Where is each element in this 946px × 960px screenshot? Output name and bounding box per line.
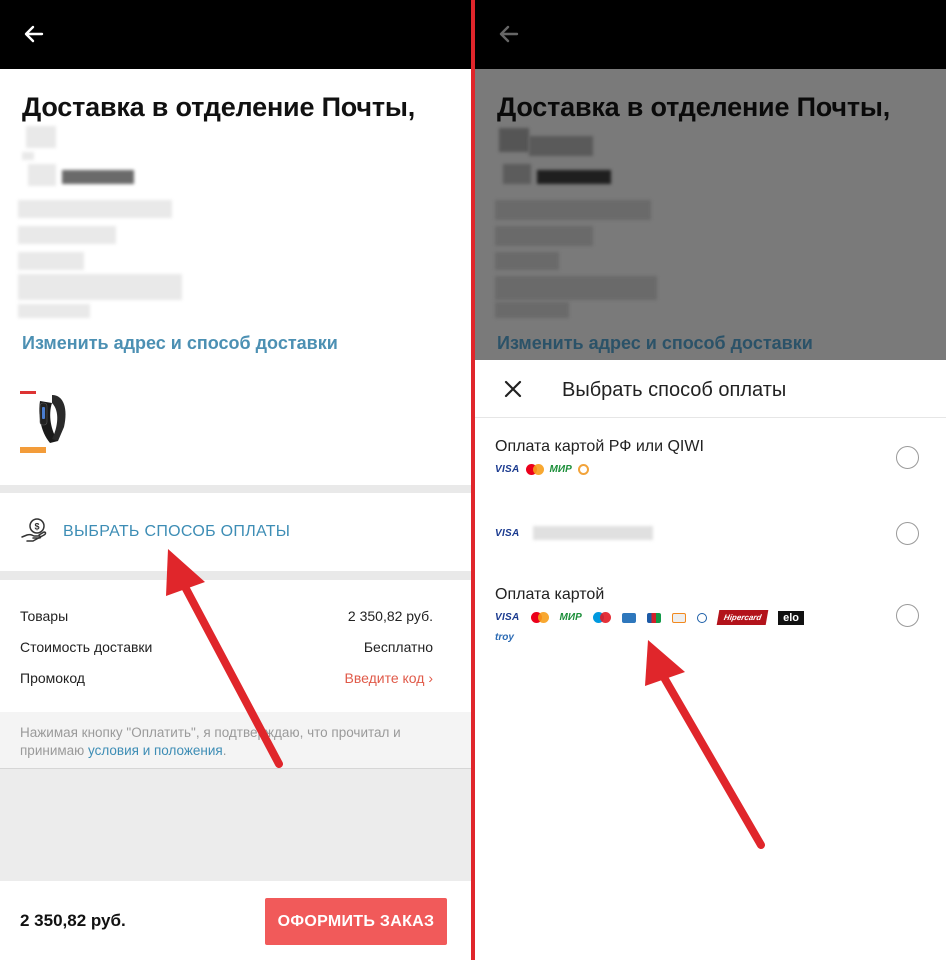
visa-logo: VISA (495, 528, 520, 539)
jcb-logo (646, 612, 661, 623)
checkout-bottom-bar: 2 350,82 руб. ОФОРМИТЬ ЗАКАЗ (0, 881, 471, 960)
visa-logo: VISA (495, 612, 520, 623)
terms-suffix: . (222, 743, 227, 758)
checkout-screen: Доставка в отделение Почты, Изменить адр… (0, 0, 471, 960)
goods-row: Товары 2 350,82 руб. (20, 608, 446, 624)
goods-label: Товары (20, 608, 69, 624)
mir-logo: МИР (559, 612, 582, 623)
radio-button[interactable] (896, 604, 919, 627)
promo-label: Промокод (20, 670, 85, 686)
payment-option-card[interactable]: Оплата картой VISA МИР Hipercard elo tro… (475, 570, 946, 670)
diners-logo (696, 612, 707, 623)
delivery-cost-row: Стоимость доставки Бесплатно (20, 639, 446, 655)
goods-value: 2 350,82 руб. (347, 608, 433, 624)
delivery-address-title: Доставка в отделение Почты, (22, 92, 416, 122)
mastercard-logo (525, 464, 544, 475)
section-divider (0, 571, 471, 580)
payment-option-ru-card-qiwi[interactable]: Оплата картой РФ или QIWI VISA МИР (475, 420, 946, 498)
choose-payment-method-row[interactable]: $ ВЫБРАТЬ СПОСОБ ОПЛАТЫ (0, 493, 471, 571)
back-arrow-icon (499, 25, 519, 43)
radio-button[interactable] (896, 522, 919, 545)
hipercard-logo: Hipercard (716, 610, 769, 625)
section-divider (0, 485, 471, 493)
terms-notice: Нажимая кнопку "Оплатить", я подтверждаю… (0, 712, 471, 769)
option-title: Оплата картой РФ или QIWI (495, 438, 704, 455)
payment-method-screen: Доставка в отделение Почты, Изменить адр… (475, 0, 946, 960)
option-title: Оплата картой (495, 586, 605, 603)
coin-in-hand-icon: $ (21, 518, 47, 542)
card-logos-second-row: troy (495, 632, 514, 643)
top-app-bar (475, 0, 946, 69)
change-address-link[interactable]: Изменить адрес и способ доставки (22, 333, 338, 354)
mastercard-logo (530, 612, 549, 623)
elo-logo: elo (778, 610, 805, 625)
payment-method-sheet: Выбрать способ оплаты Оплата картой РФ и… (475, 360, 946, 960)
maestro-logo (592, 612, 611, 623)
terms-text: Нажимая кнопку "Оплатить", я подтверждаю… (20, 724, 450, 760)
promo-row: Промокод Введите код › (20, 670, 446, 686)
place-order-button[interactable]: ОФОРМИТЬ ЗАКАЗ (265, 898, 447, 945)
troy-logo: troy (495, 632, 514, 643)
svg-text:$: $ (34, 522, 39, 532)
payment-option-saved-card[interactable]: VISA (475, 500, 946, 566)
back-arrow-icon[interactable] (22, 22, 46, 46)
top-app-bar (0, 0, 471, 69)
discover-logo (671, 612, 686, 623)
terms-link[interactable]: условия и положения (88, 743, 223, 758)
sheet-header: Выбрать способ оплаты (475, 360, 946, 418)
product-thumbnail[interactable] (18, 383, 78, 455)
empty-area (0, 769, 471, 881)
delivery-address-title: Доставка в отделение Почты, (497, 92, 891, 122)
mir-logo: МИР (549, 464, 572, 475)
card-logos: VISA МИР (495, 464, 589, 475)
order-total: 2 350,82 руб. (20, 911, 126, 930)
redacted-card-number (533, 526, 653, 540)
delivery-cost-value: Бесплатно (363, 639, 433, 655)
choose-payment-method-label: ВЫБРАТЬ СПОСОБ ОПЛАТЫ (63, 523, 291, 540)
visa-logo: VISA (495, 464, 520, 475)
sheet-title: Выбрать способ оплаты (562, 379, 787, 401)
amex-logo (621, 612, 636, 623)
dimmed-background[interactable]: Доставка в отделение Почты, Изменить адр… (475, 0, 946, 360)
qiwi-logo (577, 464, 589, 475)
radio-button[interactable] (896, 446, 919, 469)
card-logos: VISA (495, 528, 520, 539)
delivery-cost-label: Стоимость доставки (20, 639, 153, 655)
change-address-link: Изменить адрес и способ доставки (497, 333, 813, 353)
card-logos: VISA МИР Hipercard elo (495, 610, 805, 625)
close-icon[interactable] (503, 379, 523, 399)
enter-promo-code-link[interactable]: Введите код › (345, 670, 434, 686)
